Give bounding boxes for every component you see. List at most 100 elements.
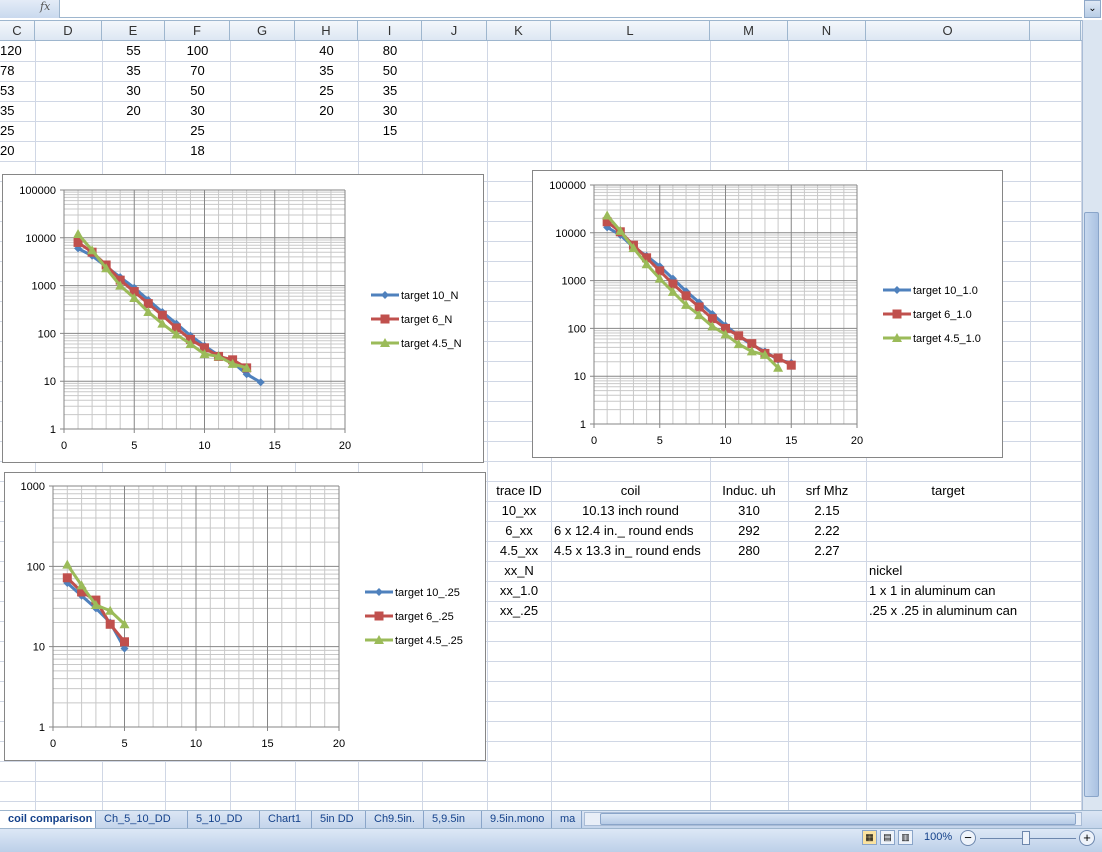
chart-2[interactable]: 1 10 100 1000 10000 100000 0 5 10 15 20 target 10_1… bbox=[532, 170, 1003, 458]
cell-F1[interactable]: 100 bbox=[165, 41, 230, 61]
data-point bbox=[602, 210, 613, 220]
table-cell[interactable]: 2.27 bbox=[788, 541, 866, 561]
legend-label: target 4.5_N bbox=[401, 338, 462, 350]
cell-F4[interactable]: 30 bbox=[165, 101, 230, 121]
data-point bbox=[734, 331, 744, 341]
sheet-tab[interactable]: Chart1 bbox=[260, 811, 312, 828]
x-tick-label: 5 bbox=[121, 738, 127, 750]
y-tick-label: 1 bbox=[580, 419, 586, 431]
column-header-K[interactable]: K bbox=[487, 21, 551, 41]
table-cell[interactable]: xx_N bbox=[487, 561, 551, 581]
table-cell[interactable]: 1 x 1 in aluminum can bbox=[866, 581, 1030, 601]
formula-bar[interactable] bbox=[0, 0, 1082, 18]
cell-C6[interactable]: 20 bbox=[0, 141, 35, 161]
cell-I2[interactable]: 50 bbox=[358, 61, 422, 81]
double-chevron-down-icon[interactable]: ⌄ bbox=[1084, 0, 1101, 18]
column-header-C[interactable]: C bbox=[0, 21, 35, 41]
sheet-tab[interactable]: Ch9.5in. bbox=[366, 811, 424, 828]
chart-3[interactable]: 1 10 100 1000 0 5 10 15 20 target 10_.25 target 6_… bbox=[4, 472, 486, 761]
cell-E1[interactable]: 55 bbox=[102, 41, 165, 61]
column-header-N[interactable]: N bbox=[788, 21, 866, 41]
y-tick-label: 10 bbox=[574, 371, 586, 383]
cell-H4[interactable]: 20 bbox=[295, 101, 358, 121]
table-header[interactable]: target bbox=[866, 481, 1030, 501]
sheet-tab[interactable]: coil comparison bbox=[0, 811, 96, 828]
table-cell[interactable]: 10_xx bbox=[487, 501, 551, 521]
cell-F5[interactable]: 25 bbox=[165, 121, 230, 141]
cell-H3[interactable]: 25 bbox=[295, 81, 358, 101]
gridline bbox=[0, 781, 1082, 782]
cell-I5[interactable]: 15 bbox=[358, 121, 422, 141]
column-header-H[interactable]: H bbox=[295, 21, 358, 41]
table-cell[interactable]: nickel bbox=[866, 561, 1030, 581]
table-header[interactable]: srf Mhz bbox=[788, 481, 866, 501]
fx-icon[interactable]: fx bbox=[40, 0, 50, 13]
sheet-tab[interactable]: 9.5in.mono bbox=[482, 811, 552, 828]
cell-C4[interactable]: 35 bbox=[0, 101, 35, 121]
sheet-tab[interactable]: Ch_5_10_DD bbox=[96, 811, 188, 828]
column-header-next[interactable] bbox=[1030, 21, 1081, 41]
zoom-in-icon[interactable]: + bbox=[1079, 830, 1095, 846]
table-cell[interactable]: 6 x 12.4 in._ round ends bbox=[551, 521, 710, 541]
horizontal-scroll-thumb[interactable] bbox=[600, 813, 1076, 825]
x-tick-label: 10 bbox=[190, 738, 202, 750]
column-header-D[interactable]: D bbox=[35, 21, 102, 41]
cell-I3[interactable]: 35 bbox=[358, 81, 422, 101]
y-tick-label: 100 bbox=[27, 561, 45, 573]
cell-I4[interactable]: 30 bbox=[358, 101, 422, 121]
normal-view-icon[interactable]: ▦ bbox=[862, 830, 877, 845]
sheet-tab[interactable]: 5,9.5in bbox=[424, 811, 482, 828]
cell-C1[interactable]: 120 bbox=[0, 41, 35, 61]
page-break-view-icon[interactable]: ▥ bbox=[898, 830, 913, 845]
name-box[interactable] bbox=[0, 0, 60, 18]
column-header-O[interactable]: O bbox=[866, 21, 1030, 41]
table-cell[interactable]: 4.5_xx bbox=[487, 541, 551, 561]
cell-E3[interactable]: 30 bbox=[102, 81, 165, 101]
cell-F3[interactable]: 50 bbox=[165, 81, 230, 101]
cell-I1[interactable]: 80 bbox=[358, 41, 422, 61]
column-header-I[interactable]: I bbox=[358, 21, 422, 41]
column-header-E[interactable]: E bbox=[102, 21, 165, 41]
column-header-F[interactable]: F bbox=[165, 21, 230, 41]
table-header[interactable]: trace ID bbox=[487, 481, 551, 501]
table-cell[interactable]: 6_xx bbox=[487, 521, 551, 541]
table-cell[interactable]: xx_.25 bbox=[487, 601, 551, 621]
cell-H1[interactable]: 40 bbox=[295, 41, 358, 61]
zoom-slider-handle[interactable] bbox=[1022, 831, 1030, 845]
table-cell[interactable]: 4.5 x 13.3 in_ round ends bbox=[551, 541, 710, 561]
column-header-M[interactable]: M bbox=[710, 21, 788, 41]
zoom-out-icon[interactable]: − bbox=[960, 830, 976, 846]
table-cell[interactable]: 310 bbox=[710, 501, 788, 521]
table-cell[interactable]: 2.22 bbox=[788, 521, 866, 541]
table-cell[interactable]: xx_1.0 bbox=[487, 581, 551, 601]
vertical-scroll-thumb[interactable] bbox=[1084, 212, 1099, 797]
table-cell[interactable]: .25 x .25 in aluminum can bbox=[866, 601, 1030, 621]
gridline bbox=[487, 41, 488, 810]
cell-F6[interactable]: 18 bbox=[165, 141, 230, 161]
column-header-J[interactable]: J bbox=[422, 21, 487, 41]
y-tick-label: 1 bbox=[50, 424, 56, 436]
column-header-L[interactable]: L bbox=[551, 21, 710, 41]
cell-C3[interactable]: 53 bbox=[0, 81, 35, 101]
chart-1[interactable]: 1 10 100 1000 10000 100000 0 5 10 15 20 target 10_N… bbox=[2, 174, 484, 463]
cell-E4[interactable]: 20 bbox=[102, 101, 165, 121]
table-header[interactable]: coil bbox=[551, 481, 710, 501]
y-tick-label: 100 bbox=[568, 323, 586, 335]
table-cell[interactable]: 292 bbox=[710, 521, 788, 541]
cell-E2[interactable]: 35 bbox=[102, 61, 165, 81]
table-cell[interactable]: 2.15 bbox=[788, 501, 866, 521]
cell-F2[interactable]: 70 bbox=[165, 61, 230, 81]
zoom-level[interactable]: 100% bbox=[924, 831, 952, 843]
sheet-tab[interactable]: ma bbox=[552, 811, 582, 828]
page-layout-view-icon[interactable]: ▤ bbox=[880, 830, 895, 845]
x-tick-label: 10 bbox=[719, 435, 731, 447]
table-cell[interactable]: 10.13 inch round bbox=[551, 501, 710, 521]
table-cell[interactable]: 280 bbox=[710, 541, 788, 561]
cell-H2[interactable]: 35 bbox=[295, 61, 358, 81]
cell-C5[interactable]: 25 bbox=[0, 121, 35, 141]
sheet-tab[interactable]: 5in DD bbox=[312, 811, 366, 828]
cell-C2[interactable]: 78 bbox=[0, 61, 35, 81]
table-header[interactable]: Induc. uh bbox=[710, 481, 788, 501]
sheet-tab[interactable]: 5_10_DD bbox=[188, 811, 260, 828]
column-header-G[interactable]: G bbox=[230, 21, 295, 41]
